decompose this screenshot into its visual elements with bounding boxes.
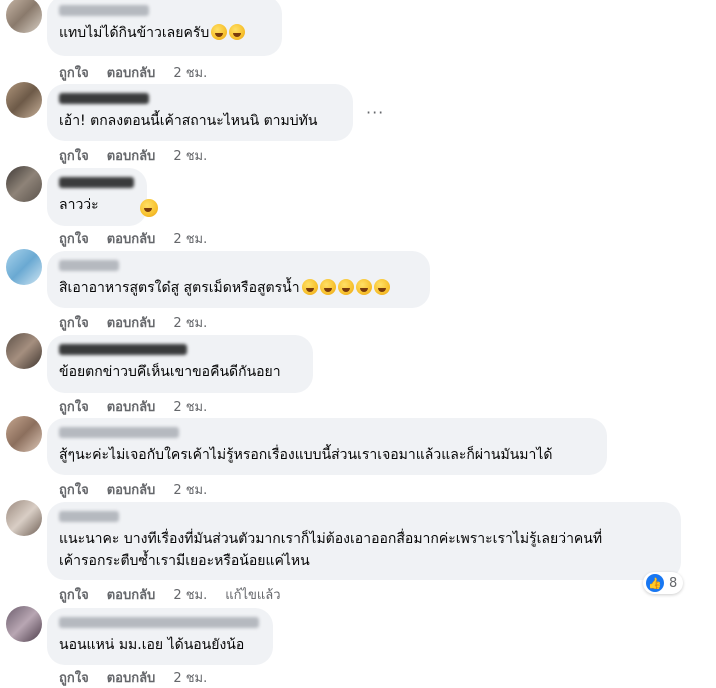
grinning-emoji-icon bbox=[140, 199, 158, 217]
timestamp[interactable]: 2 ชม. bbox=[173, 312, 207, 333]
comment-bubble: แทบไม่ได้กินข้าวเลยครับ bbox=[47, 0, 282, 56]
rofl-emoji-icon bbox=[301, 279, 318, 295]
commenter-name[interactable] bbox=[59, 93, 149, 104]
reply-button[interactable]: ตอบกลับ bbox=[107, 145, 156, 166]
commenter-name[interactable] bbox=[59, 617, 259, 628]
rofl-emoji-icon bbox=[211, 24, 228, 40]
comment-actions: ถูกใจ ตอบกลับ 2 ชม. bbox=[59, 667, 225, 688]
avatar[interactable] bbox=[6, 82, 42, 118]
comment-actions: ถูกใจ ตอบกลับ 2 ชม. bbox=[59, 228, 225, 249]
rofl-emoji-icon bbox=[373, 279, 390, 295]
timestamp[interactable]: 2 ชม. bbox=[173, 479, 207, 500]
comment-text-wrap: แทบไม่ได้กินข้าวเลยครับ bbox=[59, 22, 270, 44]
comment-text-line-1: แนะนาคะ บางทีเรื่องที่มันส่วนตัวมากเราก็… bbox=[59, 531, 603, 547]
rofl-emoji-icon bbox=[319, 279, 336, 295]
comment-text-wrap: สิเอาอาหารสูตรใด๋สู สูตรเม็ดหรือสูตรน้ำ bbox=[59, 277, 418, 299]
commenter-name[interactable] bbox=[59, 511, 119, 522]
comment-text: เอ้า! ตกลงตอนนี้เค้าสถานะไหนนิ ตามบ่ทัน bbox=[59, 113, 318, 129]
like-button[interactable]: ถูกใจ bbox=[59, 228, 89, 249]
comment-bubble: นอนแหน่ มม.เอย ได้นอนยังน้อ bbox=[47, 608, 273, 665]
reply-button[interactable]: ตอบกลับ bbox=[107, 479, 156, 500]
comment-actions: ถูกใจ ตอบกลับ 2 ชม. bbox=[59, 145, 225, 166]
edited-label[interactable]: แก้ไขแล้ว bbox=[225, 584, 280, 605]
comment-text: ข้อยตกข่าวบคึเห็นเขาขอคืนดีกันอยา bbox=[59, 364, 281, 380]
more-options-icon[interactable]: ··· bbox=[366, 103, 384, 122]
avatar[interactable] bbox=[6, 0, 42, 33]
like-button[interactable]: ถูกใจ bbox=[59, 312, 89, 333]
comment-actions: ถูกใจ ตอบกลับ 2 ชม. bbox=[59, 396, 225, 417]
timestamp[interactable]: 2 ชม. bbox=[173, 667, 207, 688]
avatar[interactable] bbox=[6, 249, 42, 285]
reaction-count: 8 bbox=[669, 575, 678, 591]
comment-bubble: แนะนาคะ บางทีเรื่องที่มันส่วนตัวมากเราก็… bbox=[47, 502, 681, 580]
commenter-name[interactable] bbox=[59, 427, 179, 438]
rofl-emoji-icon bbox=[355, 279, 372, 295]
comment-actions: ถูกใจ ตอบกลับ 2 ชม. แก้ไขแล้ว bbox=[59, 584, 299, 605]
timestamp[interactable]: 2 ชม. bbox=[173, 396, 207, 417]
like-button[interactable]: ถูกใจ bbox=[59, 584, 89, 605]
comment-text-line-2: เค้ารอกระตืบซ้ำเรามีเยอะหรือน้อยแค่ไหน bbox=[59, 553, 310, 569]
timestamp[interactable]: 2 ชม. bbox=[173, 584, 207, 605]
reply-button[interactable]: ตอบกลับ bbox=[107, 312, 156, 333]
avatar[interactable] bbox=[6, 500, 42, 536]
comment-text: ลาวว่ะ bbox=[59, 197, 99, 213]
like-button[interactable]: ถูกใจ bbox=[59, 479, 89, 500]
comment-actions: ถูกใจ ตอบกลับ 2 ชม. bbox=[59, 62, 225, 83]
comment-text: สิเอาอาหารสูตรใด๋สู สูตรเม็ดหรือสูตรน้ำ bbox=[59, 280, 300, 296]
reply-button[interactable]: ตอบกลับ bbox=[107, 667, 156, 688]
comment-actions: ถูกใจ ตอบกลับ 2 ชม. bbox=[59, 479, 225, 500]
reply-button[interactable]: ตอบกลับ bbox=[107, 228, 156, 249]
like-icon: 👍 bbox=[646, 574, 664, 592]
avatar[interactable] bbox=[6, 166, 42, 202]
comment-bubble: ลาวว่ะ bbox=[47, 168, 147, 226]
like-button[interactable]: ถูกใจ bbox=[59, 145, 89, 166]
comment-text: นอนแหน่ มม.เอย ได้นอนยังน้อ bbox=[59, 637, 245, 653]
commenter-name[interactable] bbox=[59, 260, 119, 271]
reaction-badge[interactable]: 👍 8 bbox=[643, 572, 684, 594]
timestamp[interactable]: 2 ชม. bbox=[173, 145, 207, 166]
comment-text: แทบไม่ได้กินข้าวเลยครับ bbox=[59, 25, 210, 41]
reply-button[interactable]: ตอบกลับ bbox=[107, 584, 156, 605]
timestamp[interactable]: 2 ชม. bbox=[173, 228, 207, 249]
reply-button[interactable]: ตอบกลับ bbox=[107, 62, 156, 83]
avatar[interactable] bbox=[6, 416, 42, 452]
timestamp[interactable]: 2 ชม. bbox=[173, 62, 207, 83]
commenter-name[interactable] bbox=[59, 5, 149, 16]
commenter-name[interactable] bbox=[59, 344, 187, 355]
avatar[interactable] bbox=[6, 606, 42, 642]
avatar[interactable] bbox=[6, 333, 42, 369]
comment-bubble: เอ้า! ตกลงตอนนี้เค้าสถานะไหนนิ ตามบ่ทัน bbox=[47, 84, 353, 141]
rofl-emoji-icon bbox=[229, 24, 246, 40]
comment-actions: ถูกใจ ตอบกลับ 2 ชม. bbox=[59, 312, 225, 333]
reply-button[interactable]: ตอบกลับ bbox=[107, 396, 156, 417]
like-button[interactable]: ถูกใจ bbox=[59, 667, 89, 688]
commenter-name[interactable] bbox=[59, 177, 134, 188]
comment-bubble: สิเอาอาหารสูตรใด๋สู สูตรเม็ดหรือสูตรน้ำ bbox=[47, 251, 430, 308]
comment-text: สู้ๆนะค่ะไม่เจอกับใครเค้าไม่รู้หรอกเรื่อ… bbox=[59, 447, 553, 463]
like-button[interactable]: ถูกใจ bbox=[59, 396, 89, 417]
comment-bubble: ข้อยตกข่าวบคึเห็นเขาขอคืนดีกันอยา bbox=[47, 335, 313, 393]
comment-bubble: สู้ๆนะค่ะไม่เจอกับใครเค้าไม่รู้หรอกเรื่อ… bbox=[47, 418, 607, 475]
like-button[interactable]: ถูกใจ bbox=[59, 62, 89, 83]
rofl-emoji-icon bbox=[337, 279, 354, 295]
